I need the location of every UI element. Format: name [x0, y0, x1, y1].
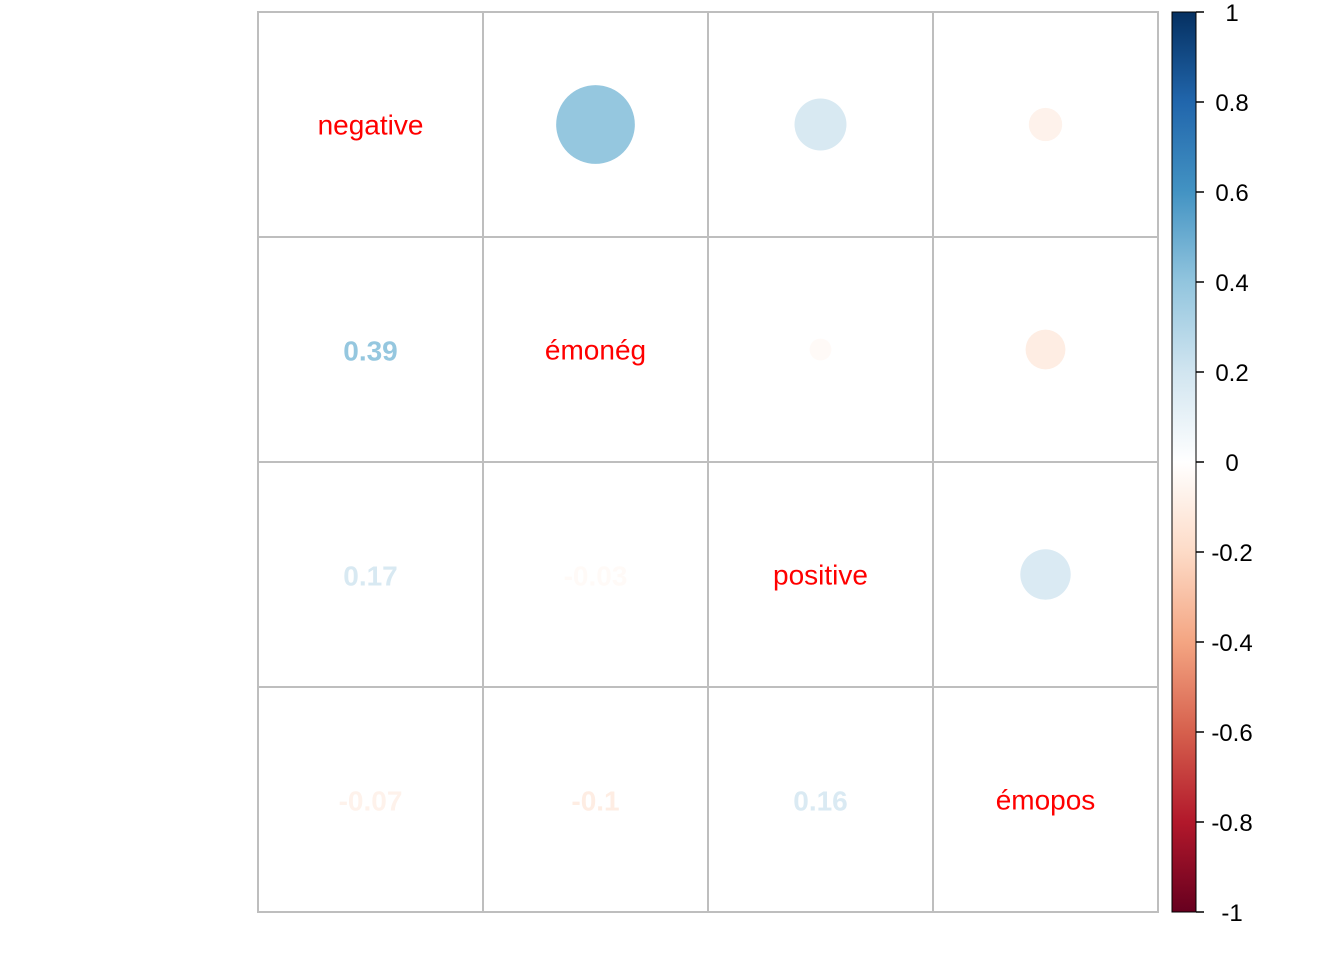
coefficient-label-2-1: -0.03 [564, 561, 628, 592]
color-bar-tick-label: 0 [1225, 450, 1238, 477]
color-legend: 1 0.8 0.6 0.4 0.2 0 -0.2 -0.4 -0.6 -0.8 -1 [1171, 0, 1253, 927]
correlation-circle-1-3 [1025, 329, 1066, 370]
variable-label-3: émopos [996, 785, 1096, 816]
coefficient-label-3-1: -0.1 [571, 786, 619, 817]
color-bar-tick-label: 0.4 [1215, 270, 1248, 297]
correlation-circle-2-3 [1020, 549, 1071, 600]
color-bar-tick-label: 0.2 [1215, 360, 1248, 387]
correlation-circle-1-2 [809, 338, 832, 361]
correlation-circle-0-1 [556, 85, 635, 164]
matrix-cells [257, 11, 1159, 913]
variable-label-2: positive [773, 560, 868, 591]
color-bar-tick-label: -0.2 [1211, 540, 1252, 567]
color-bar-tick-label: -0.6 [1211, 720, 1252, 747]
variable-label-0: negative [318, 110, 424, 141]
coefficient-label-1-0: 0.39 [343, 336, 398, 367]
color-bar-tick-label: 0.6 [1215, 180, 1248, 207]
color-bar-tick-label: -0.8 [1211, 810, 1252, 837]
color-bar-tick-label: 1 [1225, 0, 1238, 27]
correlation-plot: negative émonég positive émopos 0.39 0.17 -0.0… [257, 0, 1253, 927]
coefficient-label-2-0: 0.17 [343, 561, 398, 592]
correlation-circle-0-2 [794, 98, 847, 151]
color-bar [1171, 11, 1197, 913]
variable-label-1: émonég [545, 335, 646, 366]
color-bar-tick-label: -1 [1221, 900, 1242, 927]
coefficient-label-3-0: -0.07 [339, 786, 403, 817]
color-bar-tick-label: -0.4 [1211, 630, 1252, 657]
color-bar-tick-label: 0.8 [1215, 90, 1248, 117]
coefficient-label-3-2: 0.16 [793, 786, 848, 817]
correlation-circle-0-3 [1028, 107, 1063, 142]
